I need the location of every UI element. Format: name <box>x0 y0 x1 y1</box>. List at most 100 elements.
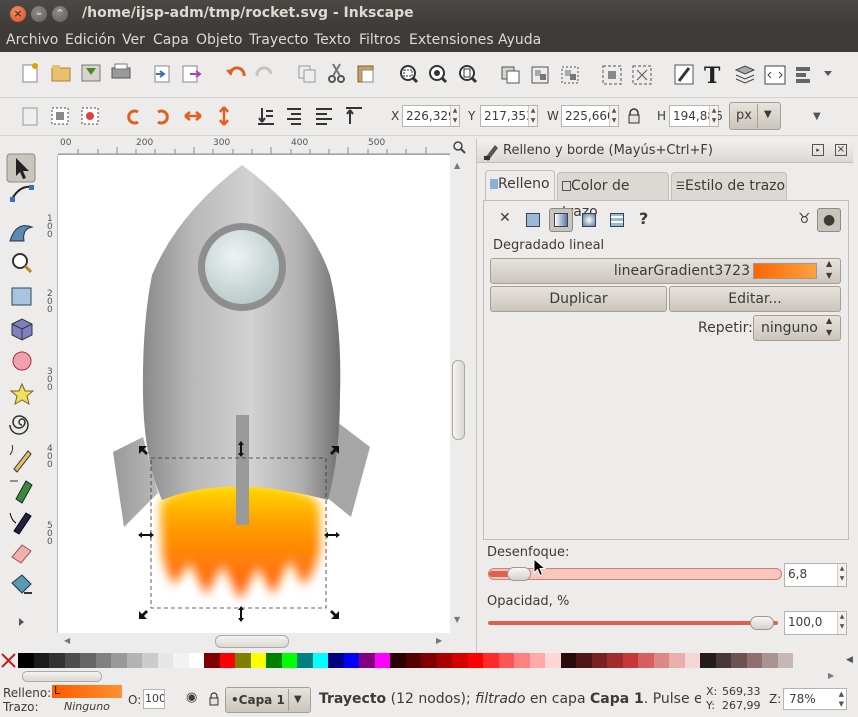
nonzero-fill-button[interactable]: ● <box>817 208 841 232</box>
palette-swatch[interactable] <box>64 653 80 668</box>
palette-swatch[interactable] <box>762 653 778 668</box>
no-paint-button[interactable]: ✕ <box>493 208 517 232</box>
print-icon[interactable] <box>111 63 131 79</box>
toolbox-more-icon[interactable] <box>19 618 24 626</box>
palette-swatch[interactable] <box>126 653 142 668</box>
tab-estilo-de-trazo[interactable]: ☰Estilo de trazo <box>671 172 787 200</box>
palette-swatch[interactable] <box>731 653 747 668</box>
x-spinbox[interactable]: 226,329 ▲ ▼ <box>402 105 460 127</box>
flip-horizontal-icon[interactable] <box>184 111 202 121</box>
save-icon[interactable] <box>81 64 101 82</box>
vertical-scrollbar[interactable]: ▲ ▼ <box>450 155 468 633</box>
palette-swatch[interactable] <box>80 653 96 668</box>
horizontal-scroll-thumb[interactable] <box>215 635 289 648</box>
scroll-up-icon[interactable]: ▲ <box>454 161 460 170</box>
palette-swatch[interactable] <box>157 653 173 668</box>
y-spinbox[interactable]: 217,353 ▲ ▼ <box>480 105 538 127</box>
layers-icon[interactable] <box>734 65 756 84</box>
align-objects-icon[interactable] <box>602 65 622 85</box>
palette-swatch[interactable] <box>746 653 762 668</box>
palette-swatch[interactable] <box>421 653 437 668</box>
zoom-corner-icon[interactable] <box>452 140 466 154</box>
rocket-center-bar[interactable] <box>236 415 249 525</box>
palette-swatch[interactable] <box>142 653 158 668</box>
open-icon[interactable] <box>51 65 71 82</box>
palette-swatch[interactable] <box>653 653 669 668</box>
node-tool-icon[interactable] <box>10 185 34 202</box>
tab-relleno[interactable]: Relleno <box>485 170 555 200</box>
group-icon[interactable] <box>531 66 549 84</box>
spin-arrows-icon[interactable]: ▲ ▼ <box>609 106 618 126</box>
zoom-field[interactable]: 78% ▲ ▼ <box>783 688 847 710</box>
palette-swatch[interactable] <box>281 653 297 668</box>
spin-arrows-icon[interactable]: ▲ ▼ <box>839 689 844 709</box>
pattern-button[interactable] <box>605 208 629 232</box>
palette-swatch[interactable] <box>467 653 483 668</box>
rocket-window[interactable] <box>198 223 286 311</box>
palette-swatch[interactable] <box>700 653 716 668</box>
zoom-drawing-icon[interactable] <box>429 65 448 84</box>
palette-swatch[interactable] <box>374 653 390 668</box>
calligraphy-tool-icon[interactable] <box>9 512 32 535</box>
palette-swatch[interactable] <box>359 653 375 668</box>
palette-swatch[interactable] <box>188 653 204 668</box>
palette-swatch[interactable] <box>297 653 313 668</box>
flip-vertical-icon[interactable] <box>219 106 229 126</box>
blur-spinbox[interactable]: 6,8 ▲ ▼ <box>784 563 847 587</box>
linear-gradient-button[interactable] <box>549 208 573 232</box>
select-all-icon[interactable] <box>22 107 38 126</box>
palette-swatch[interactable] <box>111 653 127 668</box>
palette-swatch[interactable] <box>669 653 685 668</box>
layer-lock-icon[interactable] <box>208 692 220 706</box>
palette-swatch[interactable] <box>638 653 654 668</box>
palette-scrollbar[interactable]: ▶ <box>0 670 858 684</box>
palette-swatch[interactable] <box>715 653 731 668</box>
palette-swatch[interactable] <box>266 653 282 668</box>
flat-color-button[interactable] <box>521 208 545 232</box>
palette-swatch[interactable] <box>560 653 576 668</box>
ellipse-tool-icon[interactable] <box>12 351 32 371</box>
unit-select[interactable]: px ▼ <box>729 102 781 130</box>
transform-icon[interactable] <box>632 65 652 85</box>
duplicate-icon[interactable] <box>298 65 316 83</box>
redo-icon[interactable] <box>255 66 273 77</box>
import-icon[interactable] <box>154 65 170 83</box>
palette-swatch[interactable] <box>529 653 545 668</box>
zoom-tool-icon[interactable] <box>12 253 33 274</box>
scroll-right-icon[interactable]: ▶ <box>828 671 834 680</box>
select-all-layers-icon[interactable] <box>51 107 69 125</box>
star-tool-icon[interactable] <box>9 382 35 406</box>
menu-filtros[interactable]: Filtros <box>359 32 401 48</box>
gradient-select[interactable]: linearGradient3723 ▲ ▼ <box>490 258 841 284</box>
palette-swatch[interactable] <box>173 653 189 668</box>
raise-to-top-icon[interactable] <box>346 107 362 124</box>
duplicate-button[interactable]: Duplicar <box>490 286 667 312</box>
close-dialog-icon[interactable]: × <box>835 144 847 156</box>
raise-icon[interactable] <box>316 108 332 125</box>
toolbar-overflow-icon[interactable]: ▼ <box>813 111 821 122</box>
palette-scroll-thumb[interactable] <box>22 671 102 682</box>
pencil-tool-icon[interactable] <box>9 444 32 473</box>
cut-icon[interactable] <box>328 63 345 83</box>
palette-swatch[interactable] <box>405 653 421 668</box>
palette-menu-icon[interactable]: ◀ <box>846 655 853 665</box>
dock-icon[interactable]: ▸ <box>812 144 824 156</box>
edit-gradient-button[interactable]: Editar... <box>669 286 841 312</box>
spin-arrows-icon[interactable]: ▲ ▼ <box>450 106 459 126</box>
paste-icon[interactable] <box>357 65 374 83</box>
align-dropdown-icon[interactable] <box>796 67 832 83</box>
palette-swatch[interactable] <box>343 653 359 668</box>
palette-swatch[interactable] <box>684 653 700 668</box>
palette-swatch[interactable] <box>545 653 561 668</box>
palette-swatch[interactable] <box>33 653 49 668</box>
unset-paint-button[interactable]: ? <box>633 208 657 232</box>
tab-color-de-trazo[interactable]: Color de trazo <box>557 172 669 220</box>
spiral-tool-icon[interactable] <box>9 415 29 435</box>
spin-arrows-icon[interactable]: ▲ ▼ <box>709 106 718 126</box>
rectangle-tool-icon[interactable] <box>11 287 32 306</box>
palette-swatch[interactable] <box>312 653 328 668</box>
fill-indicator-swatch[interactable]: L <box>52 684 122 698</box>
stroke-value[interactable]: Ninguno <box>64 700 110 713</box>
spin-arrows-icon[interactable]: ▲ ▼ <box>837 612 846 634</box>
clone-icon[interactable] <box>501 66 520 84</box>
